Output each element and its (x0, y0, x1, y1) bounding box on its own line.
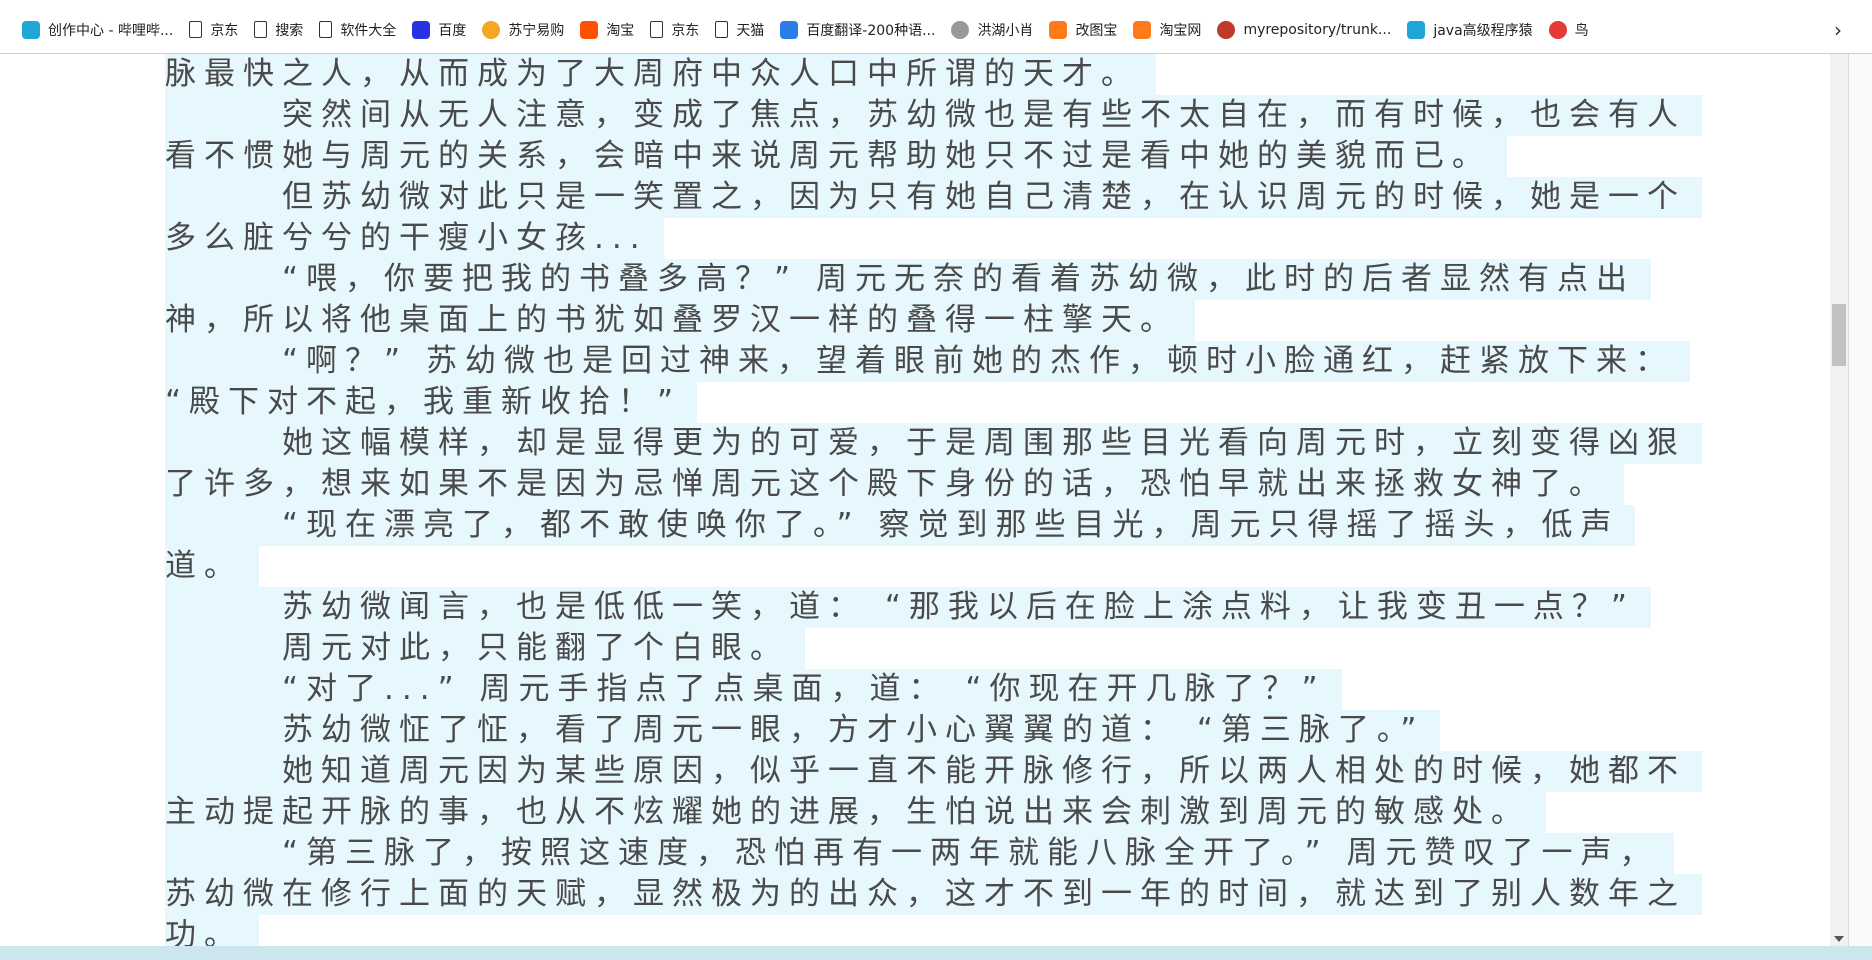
bookmark-item[interactable]: 软件大全 (311, 12, 404, 48)
taobao-icon (1133, 20, 1152, 39)
bookmark-item[interactable]: 鸟 (1541, 12, 1597, 48)
bookmark-label: 苏宁易购 (508, 22, 565, 39)
bookmark-item[interactable]: 百度 (404, 12, 474, 48)
bookmark-item[interactable]: 改图宝 (1041, 12, 1125, 48)
text-line: “啊？” 苏幼微也是回过神来，望着眼前她的杰作，顿时小脸通红，赶紧放下来： (165, 341, 1825, 382)
selected-text: “对了...” 周元手指点了点桌面，道： “你现在开几脉了？” (165, 669, 1342, 710)
text-line: 突然间从无人注意，变成了焦点，苏幼微也是有些不太自在，而有时候，也会有人 (165, 95, 1825, 136)
side-panel-edge (1848, 54, 1872, 946)
article-content: 脉最快之人，从而成为了大周府中众人口中所谓的天才。 突然间从无人注意，变成了焦点，… (165, 54, 1825, 956)
text-line: 脉最快之人，从而成为了大周府中众人口中所谓的天才。 (165, 54, 1825, 95)
text-line: 主动提起开脉的事，也从不炫耀她的进展，生怕说出来会刺激到周元的敏感处。 (165, 792, 1825, 833)
bookmarks-bar: 创作中心 - 哔哩哔... 京东 搜索 软件大全 百度 苏宁易购 淘宝 京东 天猫 百度翻译-20… (0, 0, 1872, 54)
bookmark-item[interactable]: 搜索 (246, 12, 311, 48)
page-icon (189, 21, 203, 38)
bookmark-label: myrepository/trunk... (1243, 21, 1392, 38)
selected-text: 苏幼微在修行上面的天赋，显然极为的出众，这才不到一年的时间，就达到了别人数年之 (165, 874, 1702, 915)
selected-text: 看不惯她与周元的关系，会暗中来说周元帮助她只不过是看中她的美貌而已。 (165, 136, 1507, 177)
selected-text: 了许多，想来如果不是因为忌惮周元这个殿下身份的话，恐怕早就出来拯救女神了。 (165, 464, 1624, 505)
text-line: 多么脏兮兮的干瘦小女孩... (165, 218, 1825, 259)
bookmark-item[interactable]: 苏宁易购 (474, 12, 572, 48)
text-line: 她知道周元因为某些原因，似乎一直不能开脉修行，所以两人相处的时候，她都不 (165, 751, 1825, 792)
bookmark-label: 搜索 (275, 22, 304, 39)
bookmark-item[interactable]: 百度翻译-200种语... (772, 12, 943, 48)
selected-text: 主动提起开脉的事，也从不炫耀她的进展，生怕说出来会刺激到周元的敏感处。 (165, 792, 1546, 833)
text-line: 神，所以将他桌面上的书犹如叠罗汉一样的叠得一柱擎天。 (165, 300, 1825, 341)
bookmark-item[interactable]: 天猫 (707, 12, 772, 48)
suning-lion-icon (482, 20, 501, 39)
bookmark-label: 鸟 (1574, 22, 1589, 39)
bookmark-label: 百度翻译-200种语... (806, 22, 936, 39)
bookmark-label: 淘宝网 (1159, 22, 1202, 39)
bookmark-item[interactable]: 创作中心 - 哔哩哔... (14, 12, 181, 48)
page-icon (319, 21, 333, 38)
selected-text: 神，所以将他桌面上的书犹如叠罗汉一样的叠得一柱擎天。 (165, 300, 1195, 341)
bilibili-icon (1407, 20, 1426, 39)
taobao-icon (580, 20, 599, 39)
text-line: “喂，你要把我的书叠多高？” 周元无奈的看着苏幼微，此时的后者显然有点出 (165, 259, 1825, 300)
bookmark-item[interactable]: 淘宝网 (1125, 12, 1209, 48)
gaitubao-icon (1049, 20, 1068, 39)
bookmark-label: 淘宝 (606, 22, 635, 39)
selected-text: 突然间从无人注意，变成了焦点，苏幼微也是有些不太自在，而有时候，也会有人 (165, 95, 1702, 136)
bookmark-item[interactable]: 洪湖小肖 (943, 12, 1041, 48)
selected-text: 多么脏兮兮的干瘦小女孩... (165, 218, 664, 259)
text-line: 看不惯她与周元的关系，会暗中来说周元帮助她只不过是看中她的美貌而已。 (165, 136, 1825, 177)
text-line: “殿下对不起，我重新收拾！” (165, 382, 1825, 423)
bookmark-label: 创作中心 - 哔哩哔... (48, 22, 174, 39)
bookmark-item[interactable]: 京东 (642, 12, 707, 48)
selected-text: 她这幅模样，却是显得更为的可爱，于是周围那些目光看向周元时，立刻变得凶狠 (165, 423, 1702, 464)
text-line: “第三脉了，按照这速度，恐怕再有一两年就能八脉全开了。” 周元赞叹了一声， (165, 833, 1825, 874)
selected-text: 苏幼微闻言，也是低低一笑，道： “那我以后在脸上涂点料，让我变丑一点？” (165, 587, 1651, 628)
bookmark-label: 京东 (671, 22, 700, 39)
selected-text: “现在漂亮了，都不敢使唤你了。” 察觉到那些目光，周元只得摇了摇头，低声 (165, 505, 1636, 546)
selected-text: “殿下对不起，我重新收拾！” (165, 382, 698, 423)
page-icon (715, 21, 729, 38)
bookmark-item[interactable]: 淘宝 (572, 12, 642, 48)
bookmark-label: 百度 (438, 22, 467, 39)
baidu-paw-icon (412, 20, 431, 39)
bookmark-label: 京东 (210, 22, 239, 39)
text-line: 苏幼微怔了怔，看了周元一眼，方才小心翼翼的道： “第三脉了。” (165, 710, 1825, 751)
selected-text: 道。 (165, 546, 259, 587)
page-icon (254, 21, 268, 38)
page-icon (650, 21, 664, 38)
text-line: 了许多，想来如果不是因为忌惮周元这个殿下身份的话，恐怕早就出来拯救女神了。 (165, 464, 1825, 505)
selected-text: “啊？” 苏幼微也是回过神来，望着眼前她的杰作，顿时小脸通红，赶紧放下来： (165, 341, 1690, 382)
repository-icon (1217, 20, 1236, 39)
text-line: 但苏幼微对此只是一笑置之，因为只有她自己清楚，在认识周元的时候，她是一个 (165, 177, 1825, 218)
text-line: 周元对此，只能翻了个白眼。 (165, 628, 1825, 669)
text-line: “对了...” 周元手指点了点桌面，道： “你现在开几脉了？” (165, 669, 1825, 710)
text-line: 她这幅模样，却是显得更为的可爱，于是周围那些目光看向周元时，立刻变得凶狠 (165, 423, 1825, 464)
selected-text: 脉最快之人，从而成为了大周府中众人口中所谓的天才。 (165, 54, 1156, 95)
bookmark-label: 洪湖小肖 (977, 22, 1034, 39)
bookmark-label: java高级程序猿 (1433, 22, 1533, 39)
vertical-scrollbar[interactable] (1830, 54, 1848, 946)
baidu-translate-icon (780, 20, 799, 39)
bilibili-icon (22, 20, 40, 39)
bookmark-item[interactable]: 京东 (181, 12, 246, 48)
bookmark-label: 改图宝 (1075, 22, 1118, 39)
selected-text: 周元对此，只能翻了个白眼。 (165, 628, 805, 669)
text-line: 苏幼微闻言，也是低低一笑，道： “那我以后在脸上涂点料，让我变丑一点？” (165, 587, 1825, 628)
more-bookmarks-chevron-icon[interactable]: › (1834, 18, 1842, 42)
scrollbar-thumb[interactable] (1832, 304, 1846, 366)
red-bird-icon (1548, 20, 1567, 39)
bird-icon (951, 20, 970, 39)
text-line: 道。 (165, 546, 1825, 587)
bookmark-label: 软件大全 (340, 22, 397, 39)
selected-text: 她知道周元因为某些原因，似乎一直不能开脉修行，所以两人相处的时候，她都不 (165, 751, 1702, 792)
text-line: “现在漂亮了，都不敢使唤你了。” 察觉到那些目光，周元只得摇了摇头，低声 (165, 505, 1825, 546)
selected-text: “喂，你要把我的书叠多高？” 周元无奈的看着苏幼微，此时的后者显然有点出 (165, 259, 1651, 300)
bookmark-item[interactable]: java高级程序猿 (1399, 12, 1540, 48)
taskbar (0, 946, 1872, 960)
text-line: 苏幼微在修行上面的天赋，显然极为的出众，这才不到一年的时间，就达到了别人数年之 (165, 874, 1825, 915)
selected-text: “第三脉了，按照这速度，恐怕再有一两年就能八脉全开了。” 周元赞叹了一声， (165, 833, 1675, 874)
scroll-down-arrow-icon[interactable] (1834, 936, 1844, 942)
selected-text: 苏幼微怔了怔，看了周元一眼，方才小心翼翼的道： “第三脉了。” (165, 710, 1441, 751)
bookmark-label: 天猫 (736, 22, 765, 39)
bookmark-item[interactable]: myrepository/trunk... (1209, 12, 1399, 48)
selected-text: 但苏幼微对此只是一笑置之，因为只有她自己清楚，在认识周元的时候，她是一个 (165, 177, 1702, 218)
